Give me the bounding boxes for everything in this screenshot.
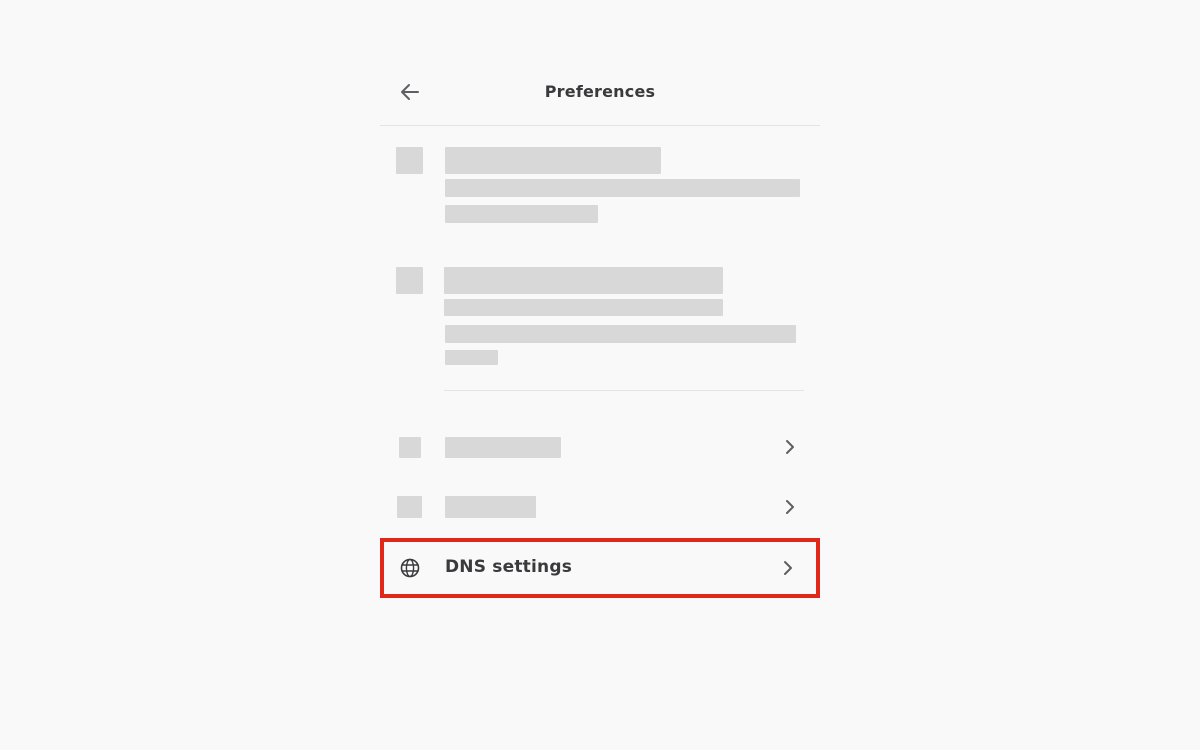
skeleton-label [445,496,536,518]
skeleton-icon [396,147,423,174]
skeleton-icon [399,437,421,458]
chevron-right-icon [780,560,796,576]
chevron-right-icon [782,439,798,455]
skeleton-label [445,437,561,458]
skeleton-nav-row-1[interactable] [380,419,820,475]
globe-icon [400,558,420,578]
skeleton-title [445,147,661,174]
dns-settings-item[interactable]: DNS settings [380,538,820,598]
skeleton-line [445,325,796,343]
header: Preferences [380,62,820,126]
skeleton-icon [396,267,423,294]
section-divider [444,390,804,391]
skeleton-title [444,267,723,294]
skeleton-icon [397,496,422,518]
skeleton-line [445,179,800,197]
dns-settings-label: DNS settings [445,557,573,577]
skeleton-line [444,299,723,316]
page-title: Preferences [544,82,656,101]
preferences-panel: Preferences DNS settings [380,62,820,622]
skeleton-line [445,350,498,365]
skeleton-nav-row-2[interactable] [380,478,820,534]
chevron-right-icon [782,499,798,515]
skeleton-line [445,205,598,223]
